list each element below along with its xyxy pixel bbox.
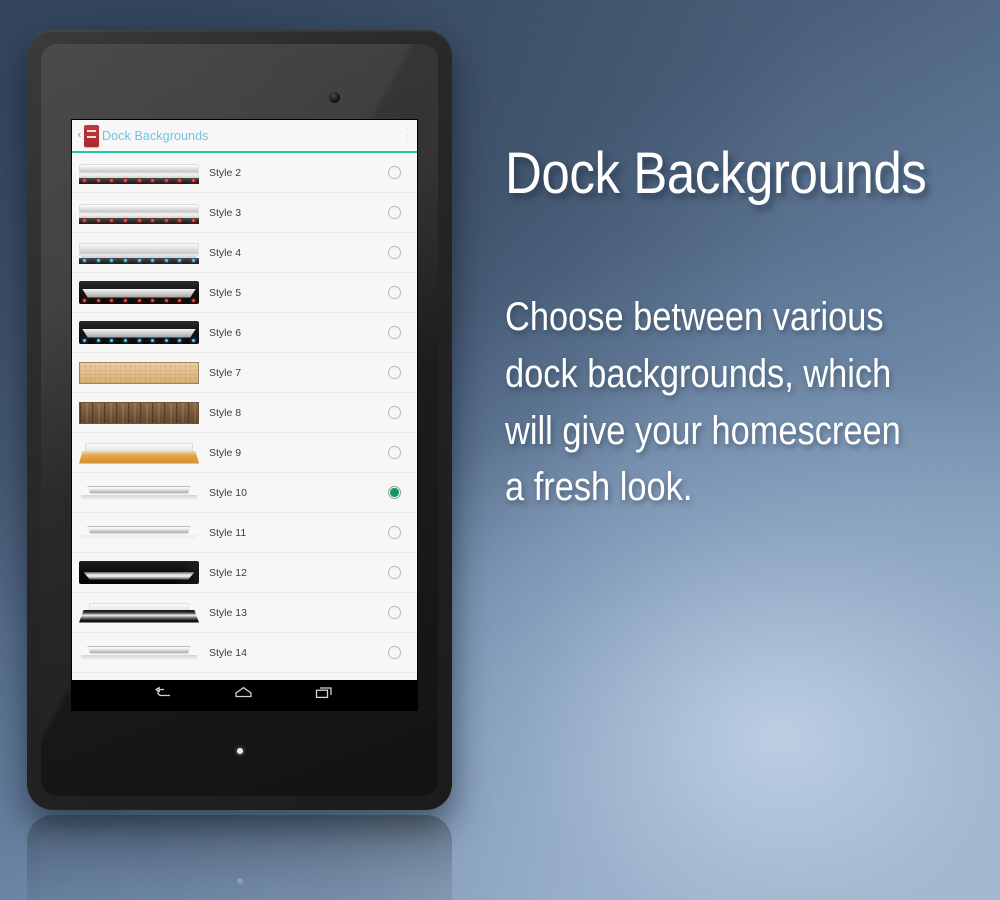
promo-body-line: dock backgrounds, which (505, 351, 892, 396)
home-icon[interactable] (234, 686, 253, 704)
style-label: Style 5 (209, 286, 242, 299)
style-label: Style 10 (209, 486, 247, 499)
style-preview-icon (79, 520, 199, 546)
style-preview-icon (79, 320, 199, 346)
style-preview-icon (79, 560, 199, 586)
style-label: Style 4 (209, 246, 242, 259)
style-label: Style 3 (209, 206, 242, 219)
style-label: Style 6 (209, 326, 242, 339)
style-label: Style 2 (209, 166, 242, 179)
app-bar: ‹ Dock Backgrounds (72, 120, 417, 151)
style-radio[interactable] (388, 406, 401, 419)
back-chevron-icon[interactable]: ‹ (75, 130, 84, 141)
overflow-menu-icon[interactable] (406, 127, 409, 144)
style-radio[interactable] (388, 526, 401, 539)
style-radio[interactable] (388, 566, 401, 579)
style-label: Style 7 (209, 366, 242, 379)
style-preview-icon (79, 200, 199, 226)
style-radio[interactable] (388, 646, 401, 659)
style-radio[interactable] (388, 206, 401, 219)
style-radio[interactable] (388, 246, 401, 259)
style-preview-icon (79, 240, 199, 266)
device-screen: ‹ Dock Backgrounds Style 2 Style 3 Style 4… (72, 120, 417, 710)
led-strip-icon (83, 259, 195, 263)
style-radio[interactable] (388, 286, 401, 299)
app-logo-icon (84, 124, 99, 147)
reflection-gloss (41, 829, 438, 900)
style-radio[interactable] (388, 446, 401, 459)
reflection-body (27, 815, 452, 900)
style-preview-icon (79, 160, 199, 186)
promo-headline: Dock Backgrounds (505, 141, 927, 206)
style-row[interactable]: Style 5 (72, 273, 417, 313)
back-icon[interactable] (155, 686, 172, 704)
promo-body: Choose between various dock backgrounds, … (505, 289, 909, 516)
front-camera-icon (329, 92, 340, 103)
style-preview-icon (79, 280, 199, 306)
style-label: Style 12 (209, 566, 247, 579)
promo-banner: ‹ Dock Backgrounds Style 2 Style 3 Style 4… (0, 0, 1000, 900)
style-row[interactable]: Style 6 (72, 313, 417, 353)
app-surface: ‹ Dock Backgrounds Style 2 Style 3 Style 4… (72, 120, 417, 680)
tablet-reflection (27, 815, 452, 900)
style-preview-icon (79, 640, 199, 666)
style-preview-icon (79, 600, 199, 626)
led-strip-icon (83, 339, 195, 343)
style-label: Style 14 (209, 646, 247, 659)
style-row[interactable]: Style 11 (72, 513, 417, 553)
reflection-led-icon (236, 878, 243, 884)
promo-body-line: Choose between various (505, 295, 884, 339)
style-preview-icon (79, 360, 199, 386)
led-strip-icon (83, 299, 195, 303)
recents-icon[interactable] (315, 686, 334, 704)
style-list[interactable]: Style 2 Style 3 Style 4 Style 5 Style 6 Style… (72, 153, 417, 673)
style-label: Style 13 (209, 606, 247, 619)
style-preview-icon (79, 480, 199, 506)
style-label: Style 9 (209, 446, 242, 459)
style-radio[interactable] (388, 606, 401, 619)
style-row[interactable]: Style 3 (72, 193, 417, 233)
style-radio[interactable] (388, 326, 401, 339)
style-radio[interactable] (388, 366, 401, 379)
style-row[interactable]: Style 8 (72, 393, 417, 433)
android-nav-bar (72, 680, 417, 710)
style-row[interactable]: Style 12 (72, 553, 417, 593)
style-label: Style 11 (209, 526, 247, 539)
style-row[interactable]: Style 10 (72, 473, 417, 513)
promo-body-line: a fresh look. (505, 465, 693, 510)
reflection-bezel (41, 829, 438, 900)
style-preview-icon (79, 440, 199, 466)
style-row[interactable]: Style 7 (72, 353, 417, 393)
app-bar-title: Dock Backgrounds (102, 128, 209, 143)
style-row[interactable]: Style 14 (72, 633, 417, 673)
promo-copy: Dock Backgrounds Choose between various d… (505, 145, 975, 516)
style-row[interactable]: Style 2 (72, 153, 417, 193)
tablet-body: ‹ Dock Backgrounds Style 2 Style 3 Style 4… (27, 30, 452, 810)
style-row[interactable]: Style 13 (72, 593, 417, 633)
style-radio[interactable] (388, 486, 401, 499)
style-row[interactable]: Style 9 (72, 433, 417, 473)
style-label: Style 8 (209, 406, 242, 419)
notification-led-icon (236, 748, 243, 754)
led-strip-icon (83, 179, 195, 183)
led-strip-icon (83, 219, 195, 223)
tablet-device: ‹ Dock Backgrounds Style 2 Style 3 Style 4… (27, 30, 452, 810)
style-row[interactable]: Style 4 (72, 233, 417, 273)
promo-body-line: will give your homescreen (505, 408, 901, 453)
style-radio[interactable] (388, 166, 401, 179)
style-preview-icon (79, 400, 199, 426)
